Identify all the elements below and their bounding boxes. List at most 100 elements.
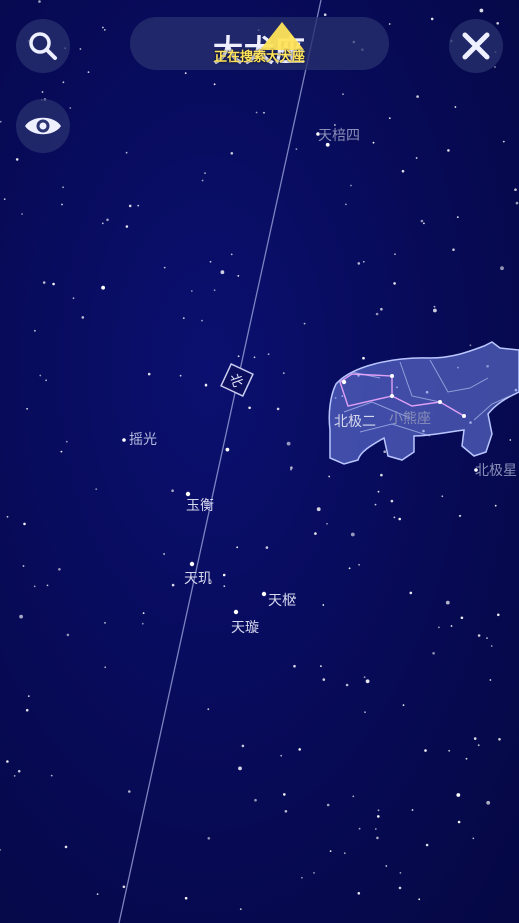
background-star bbox=[424, 749, 427, 752]
background-star bbox=[147, 372, 151, 376]
background-star bbox=[125, 151, 128, 154]
star-label-yaoguang[interactable]: 摇光 bbox=[129, 429, 157, 449]
background-star bbox=[415, 157, 418, 159]
target-title-bar: 大犬座 正在搜索大犬座 bbox=[130, 17, 389, 70]
background-star bbox=[316, 507, 321, 512]
background-star bbox=[58, 568, 61, 571]
star-label-tianshu[interactable]: 天枢 bbox=[268, 590, 296, 610]
background-star bbox=[416, 95, 419, 98]
background-star bbox=[374, 503, 377, 506]
background-star bbox=[380, 307, 383, 311]
background-star bbox=[220, 270, 225, 275]
background-star bbox=[209, 260, 212, 263]
background-star bbox=[388, 23, 391, 25]
background-star bbox=[248, 406, 251, 410]
background-star bbox=[486, 800, 491, 805]
background-star bbox=[96, 893, 99, 895]
background-star bbox=[509, 439, 512, 441]
background-star bbox=[362, 356, 365, 360]
background-star bbox=[388, 117, 391, 120]
ursa-minor-bear-figure[interactable] bbox=[328, 341, 519, 465]
background-star bbox=[411, 809, 414, 811]
star-label-tianbei4[interactable]: 天棓四 bbox=[318, 125, 360, 145]
background-star bbox=[26, 407, 28, 410]
background-star bbox=[190, 290, 193, 292]
background-star bbox=[137, 204, 140, 207]
background-star bbox=[222, 573, 226, 577]
background-star bbox=[328, 475, 331, 478]
background-star bbox=[290, 466, 293, 470]
background-star bbox=[418, 898, 421, 901]
background-star bbox=[298, 748, 302, 751]
background-star bbox=[64, 845, 68, 849]
sky-view[interactable]: 北 天棓四 摇光 玉衡 天玑 天枢 天璇 北极二 小熊座 北极星 大犬座 正在搜… bbox=[0, 0, 519, 923]
close-button[interactable] bbox=[449, 19, 503, 73]
background-star bbox=[357, 262, 361, 265]
background-star bbox=[163, 553, 166, 555]
background-star bbox=[374, 828, 377, 830]
background-star bbox=[364, 711, 366, 714]
background-star bbox=[171, 489, 174, 493]
background-star bbox=[486, 637, 488, 639]
background-star bbox=[498, 738, 501, 741]
background-star bbox=[225, 447, 230, 452]
background-star bbox=[102, 26, 104, 29]
background-star bbox=[276, 407, 280, 411]
background-star bbox=[322, 678, 326, 681]
background-star bbox=[0, 120, 2, 123]
background-star bbox=[423, 222, 425, 225]
background-star bbox=[61, 203, 63, 206]
search-button[interactable] bbox=[16, 19, 70, 73]
background-star bbox=[477, 634, 481, 637]
background-star bbox=[473, 737, 477, 740]
background-star bbox=[441, 495, 444, 498]
background-star bbox=[41, 91, 44, 93]
background-star bbox=[237, 275, 240, 277]
background-star bbox=[496, 22, 500, 25]
background-star bbox=[45, 379, 47, 382]
background-star bbox=[420, 219, 424, 223]
background-star bbox=[239, 908, 242, 910]
constellation-label-ursa-minor[interactable]: 小熊座 bbox=[389, 408, 431, 428]
background-star bbox=[39, 374, 42, 377]
background-star bbox=[380, 473, 383, 477]
background-star bbox=[69, 107, 72, 109]
compass-north-marker[interactable]: 北 bbox=[215, 358, 259, 402]
background-star bbox=[19, 614, 23, 619]
background-star bbox=[293, 664, 296, 668]
background-star bbox=[447, 149, 450, 152]
background-star bbox=[13, 775, 16, 777]
background-star bbox=[456, 793, 461, 797]
star-label-polaris[interactable]: 北极星 bbox=[475, 460, 517, 480]
background-star bbox=[393, 516, 396, 519]
background-star bbox=[265, 546, 269, 549]
background-star bbox=[363, 676, 366, 679]
view-toggle-button[interactable] bbox=[16, 99, 70, 153]
background-star bbox=[106, 218, 109, 222]
star-label-yuheng[interactable]: 玉衡 bbox=[186, 495, 214, 515]
background-star bbox=[81, 316, 85, 319]
background-star bbox=[357, 892, 361, 895]
background-star bbox=[390, 499, 394, 503]
sky-canvas[interactable]: 北 bbox=[0, 0, 519, 923]
background-star bbox=[142, 612, 145, 614]
background-star bbox=[267, 353, 270, 356]
star-label-tianxuan[interactable]: 天璇 bbox=[231, 617, 259, 637]
star-label-beiji2[interactable]: 北极二 bbox=[334, 411, 376, 431]
background-star bbox=[329, 850, 332, 852]
background-star bbox=[201, 319, 203, 322]
background-star bbox=[283, 793, 286, 796]
background-star bbox=[122, 885, 126, 889]
background-star bbox=[263, 111, 265, 114]
background-star bbox=[128, 790, 131, 793]
background-star bbox=[38, 0, 41, 3]
background-star bbox=[101, 222, 104, 225]
background-star bbox=[320, 665, 322, 667]
background-star bbox=[50, 774, 53, 777]
background-star bbox=[213, 289, 216, 292]
star-label-tianji[interactable]: 天玑 bbox=[184, 568, 212, 588]
background-star bbox=[34, 329, 36, 332]
background-star bbox=[448, 749, 451, 752]
background-star bbox=[322, 604, 325, 606]
background-star bbox=[450, 625, 453, 627]
